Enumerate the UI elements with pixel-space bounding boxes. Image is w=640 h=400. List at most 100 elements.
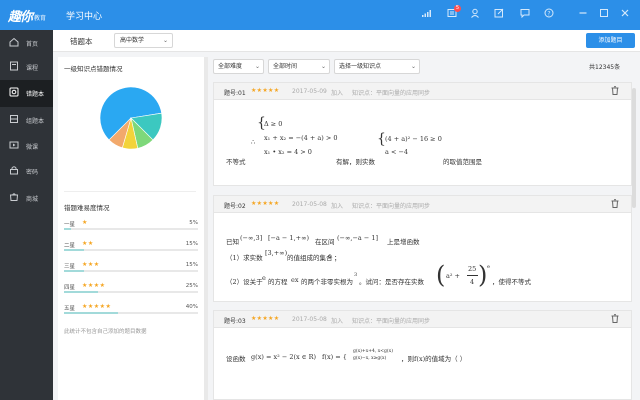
question-card[interactable]: 题号:01 ★★★★★ 2017-05-09 加入 知识点：平面向量的应用同步 … xyxy=(213,82,632,186)
question-text: 。试问：是否存在实数 xyxy=(359,278,424,286)
difficulty-bar xyxy=(64,228,198,230)
math-expression: 4 xyxy=(470,278,475,286)
difficulty-filter-value: 全部难度 xyxy=(218,63,243,70)
star-icon: ★ xyxy=(82,219,88,226)
question-text: （1）求实数 xyxy=(226,254,263,262)
scrollbar-thumb[interactable] xyxy=(632,88,636,208)
comment-icon[interactable] xyxy=(518,8,532,22)
knowledge-filter[interactable]: 选择一级知识点 ⌄ xyxy=(334,59,420,74)
signal-icon xyxy=(420,8,434,22)
app-title: 学习中心 xyxy=(66,12,103,22)
difficulty-bar-fill xyxy=(64,312,118,314)
subject-select-value: 高中数学 xyxy=(120,37,145,44)
sidebar-item-group[interactable]: 组题本 xyxy=(0,107,53,134)
top-bar: 趣你 教育 学习中心 5 ? xyxy=(0,0,640,30)
math-expression: Δ ≥ 0 xyxy=(264,120,283,128)
stats-note: 此统计不包含自己添加的题目数据 xyxy=(64,329,147,335)
sidebar-item-home[interactable]: 首页 xyxy=(0,30,53,57)
question-text: 的取值范围是 xyxy=(443,158,482,166)
sidebar-item-microcourse[interactable]: 微课 xyxy=(0,133,53,160)
math-expression: e xyxy=(487,264,490,270)
minimize-icon[interactable] xyxy=(576,8,590,22)
star-icon: ★★★★★ xyxy=(251,315,280,322)
sidebar-item-shop[interactable]: 商城 xyxy=(0,185,53,212)
difficulty-percent: 15% xyxy=(185,262,198,268)
question-card-header: 题号:02 ★★★★★ 2017-05-08 加入 知识点：平面向量的应用同步 xyxy=(214,196,631,213)
time-filter[interactable]: 全部时间 ⌄ xyxy=(268,59,330,74)
difficulty-bar xyxy=(64,312,198,314)
user-icon[interactable] xyxy=(468,8,482,22)
restore-icon[interactable] xyxy=(597,8,611,22)
edit-icon[interactable] xyxy=(492,8,506,22)
question-text: 在区间 xyxy=(315,238,335,246)
time-filter-value: 全部时间 xyxy=(273,63,298,70)
math-expression: x₁ + x₂ = −(4 + a) > 0 xyxy=(264,134,338,142)
wrongbook-icon xyxy=(8,87,20,99)
question-card[interactable]: 题号:03 ★★★★★ 2017-05-08 加入 知识点：平面向量的应用同步 … xyxy=(213,310,632,400)
sidebar-item-course[interactable]: 课程 xyxy=(0,54,53,81)
difficulty-row: 一星 ★ 5% xyxy=(64,219,198,238)
difficulty-row: 三星 ★★★ 15% xyxy=(64,261,198,280)
question-text: （2）设关于 xyxy=(226,278,263,286)
math-expression: [3,+∞) xyxy=(265,249,288,257)
sidebar-item-label: 商城 xyxy=(26,196,39,203)
main-scrollbar[interactable] xyxy=(630,58,638,400)
paren-symbol: ( xyxy=(436,261,446,289)
question-card[interactable]: 题号:02 ★★★★★ 2017-05-08 加入 知识点：平面向量的应用同步 … xyxy=(213,195,632,302)
math-expression: f(x) = { xyxy=(322,353,347,361)
page-header: 错题本 高中数学 ⌄ 添加题目 xyxy=(53,30,640,52)
question-text: 已知 xyxy=(226,238,239,246)
trash-icon[interactable] xyxy=(611,199,619,210)
sidebar-item-label: 微课 xyxy=(26,144,39,151)
chevron-down-icon: ⌄ xyxy=(410,63,416,70)
question-number: 题号:02 xyxy=(224,203,246,210)
sidebar-item-password[interactable]: 密码 xyxy=(0,158,53,185)
add-question-button[interactable]: 添加题目 xyxy=(586,33,635,48)
page-title: 错题本 xyxy=(70,37,93,46)
question-text: 设函数 xyxy=(226,355,246,363)
sidebar: 首页 课程 错题本 组题本 微课 密码 商城 xyxy=(0,30,53,400)
close-icon[interactable] xyxy=(618,8,632,22)
question-date: 2017-05-08 xyxy=(292,201,327,208)
subject-select[interactable]: 高中数学 ⌄ xyxy=(114,33,173,48)
sidebar-item-wrongbook[interactable]: 错题本 xyxy=(0,80,53,107)
difficulty-row: 二星 ★★ 15% xyxy=(64,240,198,259)
difficulty-stats-title: 错题难易度情况 xyxy=(64,204,110,212)
sidebar-item-label: 错题本 xyxy=(26,91,45,98)
sidebar-item-label: 课程 xyxy=(26,65,39,72)
question-text: 上是增函数 xyxy=(387,238,420,246)
math-expression: g(x)−x, x≥g(x) xyxy=(353,356,387,361)
course-icon xyxy=(8,61,20,73)
question-text: ，使得不等式 xyxy=(492,278,531,286)
chevron-down-icon: ⌄ xyxy=(320,63,326,70)
math-expression: a² + xyxy=(446,272,460,280)
difficulty-label: 五星 xyxy=(64,306,76,312)
question-date: 2017-05-08 xyxy=(292,316,327,323)
knowledge-stats-title: 一级知识点错题情况 xyxy=(64,65,123,73)
difficulty-filter[interactable]: 全部难度 ⌄ xyxy=(213,59,264,74)
total-count: 共12345条 xyxy=(589,64,621,71)
chevron-down-icon: ⌄ xyxy=(162,37,168,44)
trash-icon[interactable] xyxy=(611,314,619,325)
star-icon: ★★★★★ xyxy=(251,87,280,94)
difficulty-label: 二星 xyxy=(64,243,76,249)
math-expression: [−a − 1,+∞) xyxy=(268,234,310,242)
question-text: ； xyxy=(334,254,341,262)
difficulty-row: 五星 ★★★★★ 40% xyxy=(64,303,198,322)
question-text: 不等式 xyxy=(226,158,246,166)
star-icon: ★★★ xyxy=(82,261,100,268)
star-icon: ★★★★ xyxy=(82,282,106,289)
notification-badge: 5 xyxy=(454,5,461,12)
question-text: 的值组成的集合 xyxy=(287,254,333,262)
trash-icon[interactable] xyxy=(611,86,619,97)
help-icon[interactable]: ? xyxy=(542,8,556,22)
knowledge-pie-chart xyxy=(99,86,163,150)
question-knowledge-point: 知识点：平面向量的应用同步 xyxy=(352,203,431,210)
question-knowledge-point: 知识点：平面向量的应用同步 xyxy=(352,90,431,97)
math-expression: 3 xyxy=(354,272,358,278)
math-expression: e xyxy=(262,274,266,282)
question-card-header: 题号:03 ★★★★★ 2017-05-08 加入 知识点：平面向量的应用同步 xyxy=(214,311,631,328)
difficulty-bar xyxy=(64,270,198,272)
math-expression: (4 + a)² − 16 ≥ 0 xyxy=(385,135,442,143)
question-text: 的方程 xyxy=(268,278,288,286)
